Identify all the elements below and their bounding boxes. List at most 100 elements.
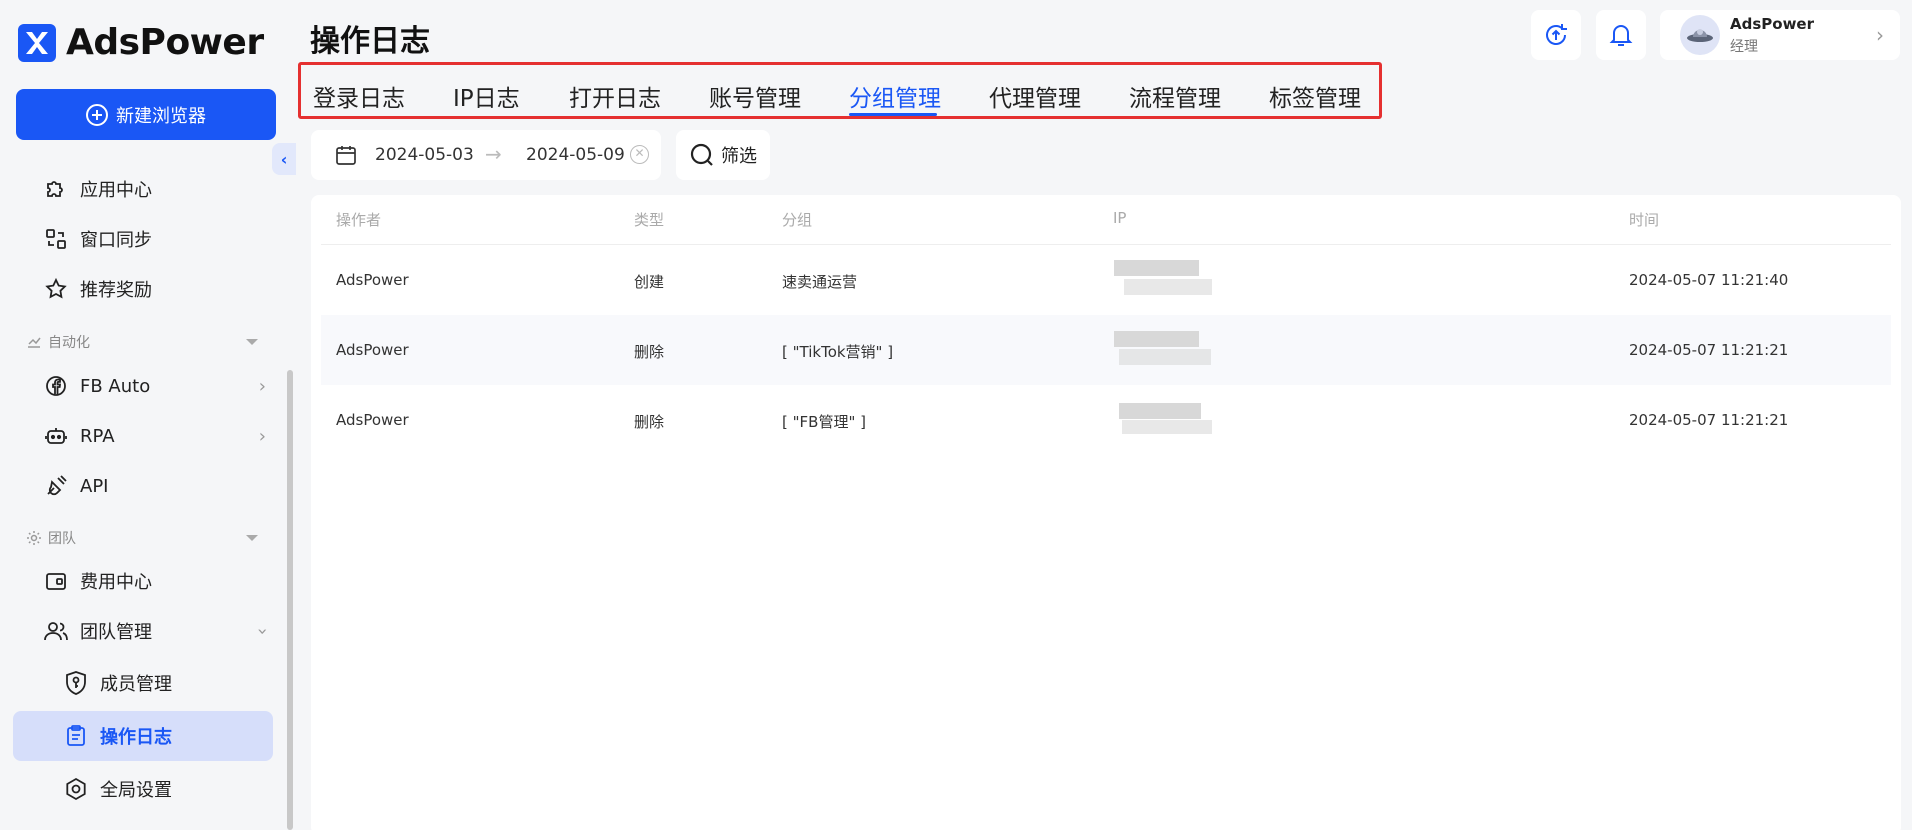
new-browser-button[interactable]: 新建浏览器 (16, 89, 276, 140)
caret-down-icon (246, 339, 258, 345)
sidebar-item-api[interactable]: API (42, 468, 272, 504)
gear-icon (24, 528, 44, 548)
cell-operator: AdsPower (336, 411, 409, 429)
date-start[interactable]: 2024-05-03 (375, 145, 474, 165)
chevron-down-icon: › (251, 627, 273, 635)
cell-group: 速卖通运营 (782, 273, 858, 291)
collapse-sidebar-button[interactable]: ‹ (272, 143, 296, 175)
tab-flow-management[interactable]: 流程管理 (1129, 79, 1221, 113)
tab-ip-log[interactable]: IP日志 (453, 79, 520, 113)
team-icon (42, 617, 70, 645)
section-automation-label: 自动化 (48, 335, 90, 351)
filter-label: 筛选 (721, 146, 757, 167)
cell-ip-redacted (1114, 397, 1214, 441)
date-end[interactable]: 2024-05-09 (526, 145, 625, 165)
sidebar-item-operation-log[interactable]: 操作日志 (62, 718, 272, 754)
user-profile-card[interactable]: AdsPower 经理 › (1660, 10, 1900, 60)
sidebar-item-rpa[interactable]: RPA › (42, 418, 272, 454)
sidebar-item-label: FB Auto (80, 375, 151, 397)
clipboard-icon (62, 722, 90, 750)
table-row: AdsPower 创建 速卖通运营 2024-05-07 11:21:40 (321, 245, 1891, 315)
sidebar-item-app-center[interactable]: 应用中心 (42, 171, 272, 207)
cell-ip-redacted (1114, 257, 1214, 301)
sync-upload-button[interactable] (1531, 10, 1581, 60)
page-title: 操作日志 (310, 24, 430, 59)
cell-ip-redacted (1114, 327, 1214, 371)
bell-icon (1607, 21, 1635, 49)
facebook-icon (42, 372, 70, 400)
sidebar-sub-item-label: 操作日志 (100, 727, 172, 748)
tab-tag-management[interactable]: 标签管理 (1269, 79, 1361, 113)
cell-time: 2024-05-07 11:21:40 (1629, 271, 1789, 289)
avatar (1680, 15, 1720, 55)
clear-date-icon[interactable]: ✕ (630, 145, 649, 164)
cell-group: [ "TikTok营销" ] (782, 343, 894, 361)
calendar-icon (335, 144, 357, 171)
sidebar-item-member-management[interactable]: 成员管理 (62, 665, 272, 701)
adspower-logo-icon (18, 23, 56, 62)
cell-time: 2024-05-07 11:21:21 (1629, 341, 1789, 359)
sidebar-item-billing[interactable]: 费用中心 (42, 563, 272, 599)
sidebar-item-label: RPA (80, 425, 115, 447)
cell-group: [ "FB管理" ] (782, 413, 866, 431)
sidebar-scrollbar[interactable] (287, 370, 293, 830)
sidebar-item-label: 应用中心 (80, 180, 152, 201)
star-icon (42, 275, 70, 303)
sidebar-item-fb-auto[interactable]: FB Auto › (42, 368, 272, 404)
tab-proxy-management[interactable]: 代理管理 (989, 79, 1081, 113)
sidebar-item-team-management[interactable]: 团队管理 › (42, 613, 273, 649)
user-name: AdsPower (1730, 14, 1815, 33)
chevron-right-icon: › (1876, 23, 1884, 47)
log-table: 操作者 类型 分组 IP 时间 AdsPower 创建 速卖通运营 2024-0… (311, 195, 1901, 830)
tab-open-log[interactable]: 打开日志 (569, 79, 661, 113)
column-header-group: 分组 (782, 211, 813, 229)
puzzle-icon (42, 175, 70, 203)
cell-operator: AdsPower (336, 341, 409, 359)
cell-time: 2024-05-07 11:21:21 (1629, 411, 1789, 429)
arrow-right-icon: → (485, 142, 502, 166)
sidebar-item-label: API (80, 475, 109, 497)
notifications-button[interactable] (1596, 10, 1646, 60)
sidebar-item-referral[interactable]: 推荐奖励 (42, 271, 272, 307)
robot-icon (42, 422, 70, 450)
automation-icon (24, 332, 44, 352)
chevron-left-icon: ‹ (280, 149, 288, 169)
app-logo[interactable]: AdsPower (18, 22, 264, 63)
table-row: AdsPower 删除 [ "TikTok营销" ] 2024-05-07 11… (321, 315, 1891, 385)
log-type-tabs: 登录日志 IP日志 打开日志 账号管理 分组管理 代理管理 流程管理 标签管理 (298, 62, 1382, 119)
cell-type: 删除 (634, 413, 665, 431)
cell-operator: AdsPower (336, 271, 409, 289)
sidebar-sub-item-label: 全局设置 (100, 780, 172, 801)
hexagon-gear-icon (62, 775, 90, 803)
tab-account-management[interactable]: 账号管理 (709, 79, 801, 113)
column-header-type: 类型 (634, 211, 665, 229)
date-range-picker[interactable]: 2024-05-03 → 2024-05-09 ✕ (311, 130, 661, 180)
filter-button[interactable]: 筛选 (676, 130, 770, 180)
sidebar: AdsPower 新建浏览器 ‹ 应用中心 窗口同步 推荐奖励 自动化 FB A… (0, 0, 296, 830)
section-automation[interactable]: 自动化 (24, 331, 264, 353)
shield-key-icon (62, 669, 90, 697)
section-team-label: 团队 (48, 531, 76, 547)
tab-login-log[interactable]: 登录日志 (313, 79, 405, 113)
plug-icon (42, 472, 70, 500)
cell-type: 删除 (634, 343, 665, 361)
sidebar-item-window-sync[interactable]: 窗口同步 (42, 221, 272, 257)
window-sync-icon (42, 225, 70, 253)
tab-group-management[interactable]: 分组管理 (849, 79, 941, 113)
search-icon (689, 142, 715, 168)
new-browser-label: 新建浏览器 (116, 105, 206, 127)
column-header-ip: IP (1113, 209, 1127, 227)
sidebar-item-label: 费用中心 (80, 572, 152, 593)
chevron-right-icon: › (258, 425, 266, 447)
cell-type: 创建 (634, 273, 665, 291)
cloud-sync-icon (1542, 21, 1570, 49)
sidebar-item-label: 团队管理 (80, 622, 152, 643)
sidebar-item-label: 推荐奖励 (80, 280, 152, 301)
sidebar-sub-item-label: 成员管理 (100, 674, 172, 695)
sidebar-item-global-settings[interactable]: 全局设置 (62, 771, 272, 807)
plus-circle-icon (86, 103, 108, 126)
user-role: 经理 (1730, 38, 1758, 55)
wallet-icon (42, 567, 70, 595)
column-header-time: 时间 (1629, 211, 1660, 229)
section-team[interactable]: 团队 (24, 527, 264, 549)
